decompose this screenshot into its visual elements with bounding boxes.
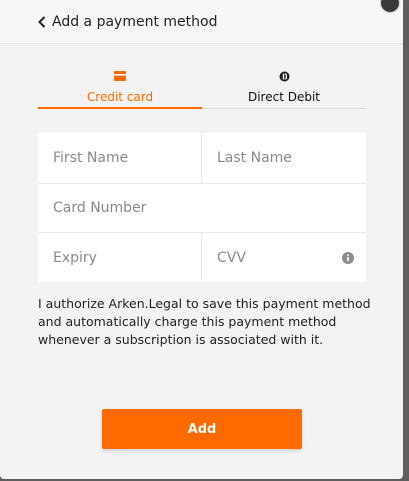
- card-number-input[interactable]: [53, 200, 366, 216]
- divider: [201, 233, 202, 282]
- credit-card-icon: [114, 69, 126, 83]
- modal-header: Add a payment method: [0, 0, 403, 44]
- card-form: [38, 133, 366, 282]
- divider: [38, 232, 366, 233]
- last-name-field[interactable]: [202, 133, 366, 183]
- tab-credit-card[interactable]: Credit card: [38, 66, 202, 109]
- expiry-input[interactable]: [53, 249, 201, 266]
- authorization-text: I authorize Arken.Legal to save this pay…: [38, 296, 371, 347]
- back-button-label: Add a payment method: [52, 13, 218, 30]
- tab-direct-debit[interactable]: Direct Debit: [202, 66, 366, 108]
- first-name-input[interactable]: [53, 150, 201, 166]
- divider: [38, 183, 366, 184]
- cvv-input[interactable]: [217, 249, 337, 266]
- tab-direct-debit-label: Direct Debit: [247, 90, 321, 104]
- divider: [201, 133, 202, 183]
- add-button[interactable]: Add: [102, 409, 302, 449]
- last-name-input[interactable]: [217, 150, 366, 166]
- back-button[interactable]: Add a payment method: [38, 14, 217, 30]
- chevron-left-icon: [38, 15, 46, 28]
- payment-modal: Add a payment method Credit card Direct …: [0, 0, 403, 479]
- card-number-field[interactable]: [38, 184, 366, 232]
- bank-icon: [278, 69, 291, 83]
- expiry-field[interactable]: [38, 233, 201, 282]
- first-name-field[interactable]: [38, 133, 201, 183]
- info-icon[interactable]: [342, 251, 354, 268]
- tab-credit-card-label: Credit card: [86, 90, 154, 104]
- payment-tabs: Credit card Direct Debit: [38, 66, 366, 109]
- cvv-field[interactable]: [202, 233, 366, 282]
